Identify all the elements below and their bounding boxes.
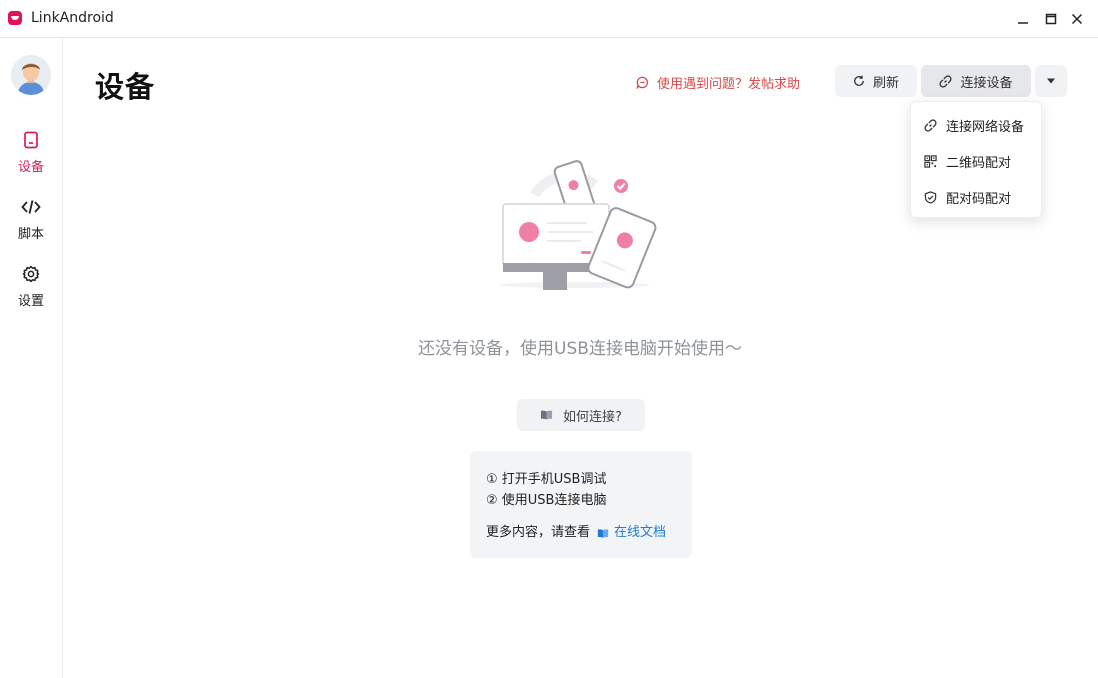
- gear-icon: [21, 264, 41, 284]
- refresh-label: 刷新: [872, 75, 899, 91]
- step-item: ① 打开手机USB调试: [486, 472, 607, 487]
- empty-state-message: 还没有设备，使用USB连接电脑开始使用～: [418, 339, 742, 359]
- sidebar-item-label: 设置: [17, 294, 44, 309]
- refresh-button[interactable]: 刷新: [835, 65, 917, 97]
- caret-down-icon: [1047, 78, 1055, 84]
- user-avatar-icon: [11, 55, 51, 95]
- connect-label: 连接设备: [960, 75, 1013, 91]
- sidebar-item-scripts[interactable]: 脚本: [0, 197, 62, 249]
- sidebar-item-devices[interactable]: 设备: [0, 130, 62, 182]
- online-docs-link[interactable]: 在线文档: [597, 523, 666, 543]
- step-item: ② 使用USB连接电脑: [486, 493, 607, 508]
- window-title: LinkAndroid: [31, 10, 114, 26]
- book-icon: [540, 410, 553, 420]
- sidebar-item-label: 设备: [17, 160, 44, 175]
- menu-item-network-device[interactable]: 连接网络设备: [911, 109, 1041, 141]
- avatar[interactable]: [11, 55, 51, 95]
- connect-options-menu: 连接网络设备 二维码配对 配对码配对: [910, 101, 1042, 218]
- page-title: 设备: [95, 70, 156, 104]
- connect-device-button[interactable]: 连接设备: [921, 65, 1031, 97]
- menu-item-label: 配对码配对: [946, 191, 1012, 207]
- how-to-connect-label: 如何连接?: [563, 409, 622, 425]
- more-info-text: 更多内容，请查看: [486, 525, 591, 540]
- more-info-line: 更多内容，请查看 在线文档: [486, 523, 692, 543]
- sidebar-item-label: 脚本: [17, 227, 44, 242]
- menu-item-code-pairing[interactable]: 配对码配对: [911, 181, 1041, 213]
- menu-item-label: 连接网络设备: [946, 119, 1025, 135]
- code-icon: [21, 197, 41, 217]
- connect-options-dropdown-button[interactable]: [1035, 65, 1067, 97]
- help-link-label: 使用遇到问题？发帖求助: [657, 77, 801, 92]
- sidebar-item-settings[interactable]: 设置: [0, 264, 62, 316]
- minimize-icon: [1018, 22, 1028, 24]
- maximize-icon: [1045, 13, 1057, 25]
- menu-item-label: 二维码配对: [946, 155, 1012, 171]
- connection-steps-panel: ① 打开手机USB调试 ② 使用USB连接电脑 更多内容，请查看 在线文档: [470, 451, 692, 558]
- device-icon: [21, 130, 41, 150]
- app-logo-icon: [8, 11, 22, 25]
- menu-item-qrcode-pairing[interactable]: 二维码配对: [911, 145, 1041, 177]
- chat-bubble-icon: [636, 76, 649, 89]
- help-forum-link[interactable]: 使用遇到问题？发帖求助: [636, 73, 800, 92]
- link-icon: [924, 118, 937, 132]
- app-window: LinkAndroid 设备 脚本 设置 设备 使用遇到问题？发帖求助 刷新 连…: [0, 0, 1098, 678]
- qrcode-icon: [924, 154, 937, 168]
- shield-icon: [924, 190, 937, 204]
- link-icon: [939, 74, 953, 88]
- online-docs-label: 在线文档: [614, 525, 667, 540]
- book-icon: [597, 528, 609, 538]
- refresh-icon: [854, 75, 864, 86]
- minimize-button[interactable]: [1012, 8, 1034, 30]
- title-bar: LinkAndroid: [0, 0, 1098, 38]
- no-device-illustration: [500, 160, 657, 290]
- close-icon: [1071, 13, 1083, 25]
- maximize-button[interactable]: [1040, 8, 1062, 30]
- close-button[interactable]: [1066, 8, 1088, 30]
- how-to-connect-button[interactable]: 如何连接?: [517, 399, 645, 431]
